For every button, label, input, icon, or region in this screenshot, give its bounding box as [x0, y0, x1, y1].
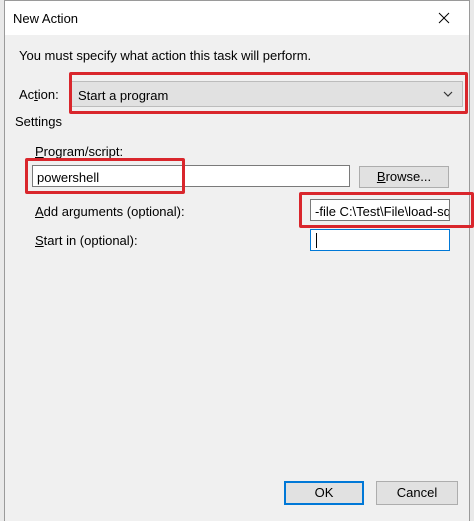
browse-button[interactable]: Browse... — [359, 166, 449, 188]
title-bar: New Action — [5, 1, 469, 35]
program-script-label: Program/script: — [35, 144, 124, 159]
start-in-input[interactable] — [310, 229, 450, 251]
highlight-box-arguments — [299, 192, 474, 228]
text-caret — [316, 233, 317, 248]
highlight-box-action — [69, 72, 468, 114]
settings-group-label: Settings — [15, 114, 62, 129]
new-action-dialog: New Action You must specify what action … — [4, 0, 474, 521]
instruction-text: You must specify what action this task w… — [19, 48, 312, 63]
window-title: New Action — [13, 11, 79, 26]
add-arguments-label: Add arguments (optional): — [35, 204, 185, 219]
cancel-button[interactable]: Cancel — [376, 481, 458, 505]
action-label: Action: — [19, 87, 59, 102]
highlight-box-program — [25, 158, 185, 194]
ok-button[interactable]: OK — [284, 481, 364, 505]
start-in-label: Start in (optional): — [35, 233, 138, 248]
close-icon[interactable] — [433, 7, 455, 29]
